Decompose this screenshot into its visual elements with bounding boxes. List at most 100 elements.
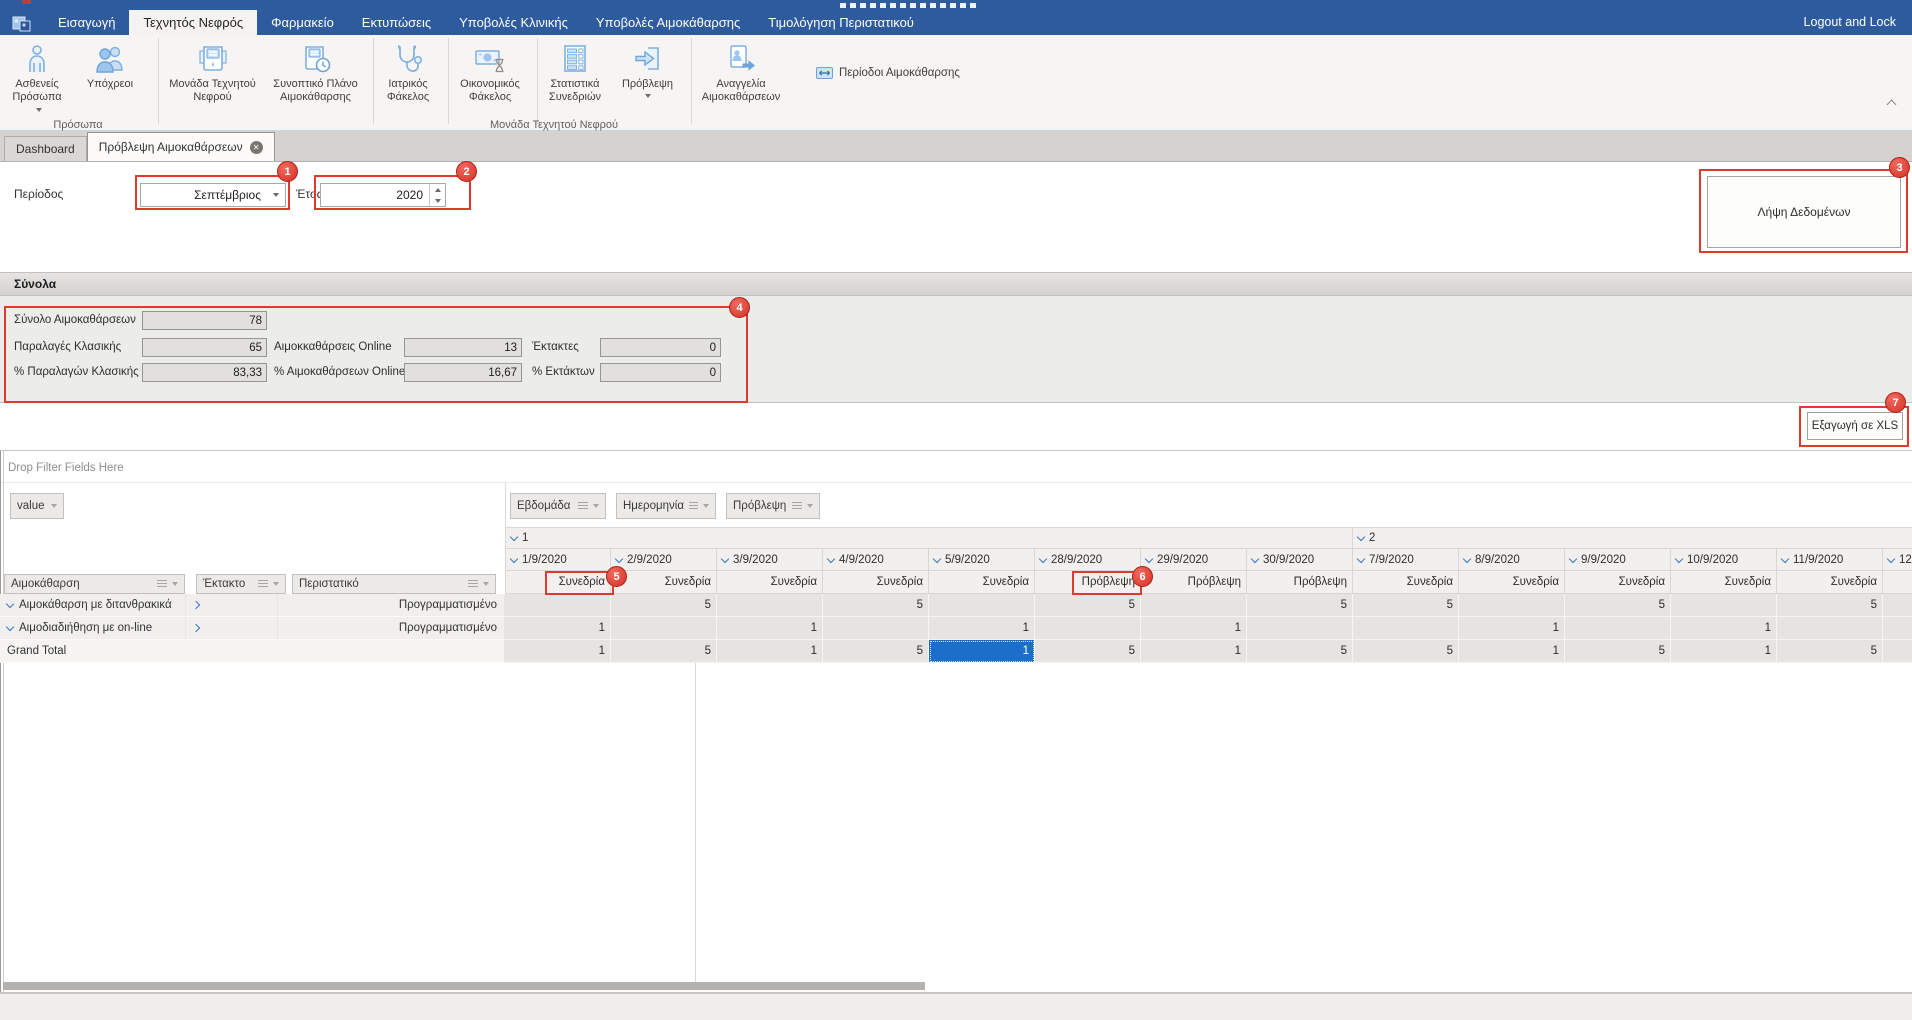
ribbon-item[interactable]: Ιατρικός Φάκελος — [378, 37, 438, 121]
pivot-data-field-button[interactable]: value — [10, 493, 64, 519]
pivot-date-header[interactable]: 4/9/2020 — [823, 549, 929, 571]
pivot-column-field-1[interactable]: Ημερομηνία — [616, 493, 716, 519]
ribbon-item[interactable]: Υπόχρεοι — [72, 37, 148, 121]
dropdown-arrow-icon[interactable] — [267, 184, 285, 206]
chevron-down-icon[interactable] — [1145, 554, 1153, 562]
filter-icon[interactable] — [593, 504, 599, 508]
pivot-type-header[interactable]: Συνεδρία — [1671, 571, 1777, 594]
pivot-cell[interactable]: 1 — [1459, 617, 1565, 640]
pivot-row-field-1[interactable]: Έκτακτο — [196, 574, 286, 594]
pivot-cell[interactable]: 5 — [823, 640, 929, 663]
chevron-down-icon[interactable] — [510, 554, 518, 562]
pivot-row-incident[interactable]: Προγραμματισμένο — [278, 594, 505, 617]
pivot-selected-cell[interactable]: 1 — [929, 640, 1035, 663]
chevron-right-icon[interactable] — [192, 624, 200, 632]
pivot-cell[interactable] — [1883, 617, 1912, 640]
ribbon-item[interactable]: Πρόβλεψη — [614, 37, 681, 121]
pivot-date-header[interactable]: 30/9/2020 — [1247, 549, 1353, 571]
pivot-cell[interactable]: 1 — [929, 617, 1035, 640]
pivot-date-header[interactable]: 11/9/2020 — [1777, 549, 1883, 571]
pivot-column-field-2[interactable]: Πρόβλεψη — [726, 493, 820, 519]
menu-item-4[interactable]: Υποβολές Κλινικής — [445, 10, 582, 35]
pivot-cell[interactable] — [505, 594, 611, 617]
chevron-down-icon[interactable] — [721, 554, 729, 562]
app-icon[interactable] — [0, 10, 44, 35]
sort-icon[interactable] — [258, 580, 268, 588]
pivot-cell[interactable]: 1 — [1671, 617, 1777, 640]
pivot-date-header[interactable]: 9/9/2020 — [1565, 549, 1671, 571]
chevron-down-icon[interactable] — [6, 623, 14, 631]
pivot-row-header[interactable]: Αιμοδιαδιήθηση με on-line — [0, 617, 186, 640]
chevron-down-icon[interactable] — [1357, 533, 1365, 541]
chevron-down-icon[interactable] — [1251, 554, 1259, 562]
pivot-type-header[interactable]: Συνεδρία — [823, 571, 929, 594]
chevron-down-icon[interactable] — [1039, 554, 1047, 562]
pivot-date-header[interactable]: 3/9/2020 — [717, 549, 823, 571]
pivot-cell[interactable] — [1883, 640, 1912, 663]
sort-icon[interactable] — [157, 580, 167, 588]
pivot-date-header[interactable]: 8/9/2020 — [1459, 549, 1565, 571]
menu-item-3[interactable]: Εκτυπώσεις — [348, 10, 445, 35]
pivot-row-field-0[interactable]: Αιμοκάθαρση — [4, 574, 185, 594]
pivot-cell[interactable] — [1247, 617, 1353, 640]
pivot-type-header[interactable]: Συνεδρία — [1777, 571, 1883, 594]
pivot-cell[interactable]: 5 — [611, 640, 717, 663]
pivot-date-header[interactable]: 29/9/2020 — [1141, 549, 1247, 571]
pivot-cell[interactable] — [929, 594, 1035, 617]
menu-item-1[interactable]: Τεχνητός Νεφρός — [129, 10, 257, 35]
tab-forecast[interactable]: Πρόβλεψη Αιμοκαθάρσεων✕ — [87, 132, 275, 161]
tab-close-icon[interactable]: ✕ — [250, 141, 263, 154]
pivot-cell[interactable] — [1777, 617, 1883, 640]
fetch-data-button[interactable]: Λήψη Δεδομένων — [1707, 176, 1901, 248]
pivot-cell[interactable]: 1 — [717, 617, 823, 640]
ribbon-collapse-icon[interactable] — [1888, 95, 1895, 113]
pivot-cell[interactable]: 1 — [505, 640, 611, 663]
export-xls-button[interactable]: Εξαγωγή σε XLS — [1807, 412, 1903, 440]
pivot-cell[interactable]: 5 — [1353, 594, 1459, 617]
pivot-row-expand[interactable] — [186, 617, 278, 640]
pivot-date-header[interactable]: 28/9/2020 — [1035, 549, 1141, 571]
chevron-down-icon[interactable] — [1887, 554, 1895, 562]
pivot-type-header[interactable]: Συνεδρία — [1353, 571, 1459, 594]
horizontal-scrollbar-thumb[interactable] — [3, 982, 925, 990]
ribbon-item[interactable]: Ασθενείς Πρόσωπα — [8, 37, 66, 121]
menu-item-6[interactable]: Τιμολόγηση Περιστατικού — [754, 10, 928, 35]
ribbon-item[interactable]: Συνοπτικό Πλάνο Αιμοκάθαρσης — [268, 37, 363, 121]
ribbon-item[interactable]: Μονάδα Τεχνητού Νεφρού — [163, 37, 262, 121]
chevron-down-icon[interactable] — [1569, 554, 1577, 562]
pivot-cell[interactable] — [717, 594, 823, 617]
menu-item-0[interactable]: Εισαγωγή — [44, 10, 129, 35]
pivot-cell[interactable]: 1 — [1671, 640, 1777, 663]
chevron-down-icon[interactable] — [827, 554, 835, 562]
pivot-cell[interactable]: 5 — [1247, 640, 1353, 663]
pivot-type-header[interactable]: Πρόβλεψη — [1141, 571, 1247, 594]
pivot-cell[interactable] — [1883, 594, 1912, 617]
pivot-cell[interactable] — [823, 617, 929, 640]
pivot-type-header[interactable]: Συνεδρία — [717, 571, 823, 594]
pivot-week-group-1[interactable]: 1 — [505, 527, 1353, 549]
pivot-type-header[interactable]: Πρόβλεψη — [1247, 571, 1353, 594]
pivot-cell[interactable] — [1353, 617, 1459, 640]
ribbon-item[interactable]: Αναγγελία Αιμοκαθάρσεων — [696, 37, 786, 121]
pivot-week-group-2[interactable]: 2 — [1353, 527, 1912, 549]
period-dropdown[interactable]: Σεπτέμβριος — [140, 183, 286, 207]
logout-button[interactable]: Logout and Lock — [1804, 10, 1912, 35]
pivot-cell[interactable]: 1 — [1459, 640, 1565, 663]
pivot-cell[interactable] — [1565, 617, 1671, 640]
pivot-date-header[interactable]: 10/9/2020 — [1671, 549, 1777, 571]
spin-up-icon[interactable] — [430, 184, 445, 195]
pivot-cell[interactable]: 1 — [717, 640, 823, 663]
sort-icon[interactable] — [468, 580, 478, 588]
pivot-type-header[interactable]: Συνεδρία — [1459, 571, 1565, 594]
chevron-down-icon[interactable] — [1675, 554, 1683, 562]
chevron-down-icon[interactable] — [510, 533, 518, 541]
pivot-row-incident[interactable]: Προγραμματισμένο — [278, 617, 505, 640]
pivot-cell[interactable]: 5 — [1777, 594, 1883, 617]
pivot-date-header[interactable]: 5/9/2020 — [929, 549, 1035, 571]
filter-icon[interactable] — [273, 582, 279, 586]
pivot-date-header[interactable]: 12/9/2020 — [1883, 549, 1912, 571]
pivot-grand-total-header[interactable]: Grand Total — [0, 640, 505, 663]
pivot-type-header[interactable]: Συνεδρία — [505, 571, 611, 594]
pivot-cell[interactable]: 5 — [823, 594, 929, 617]
pivot-date-header[interactable]: 1/9/2020 — [505, 549, 611, 571]
